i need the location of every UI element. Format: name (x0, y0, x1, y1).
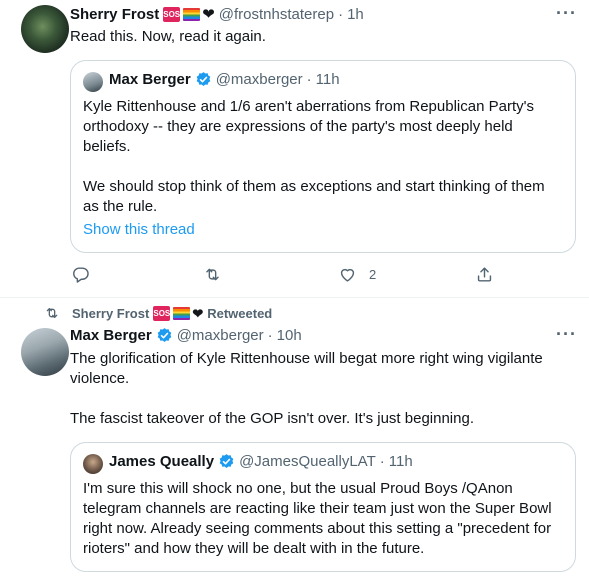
quoted-avatar (83, 454, 103, 474)
share-icon (477, 266, 492, 282)
like-button[interactable]: 2 (338, 262, 376, 286)
tweet-header: Max Berger @maxberger · 10h (70, 327, 302, 344)
tweet-text-paragraph: The glorification of Kyle Rittenhouse wi… (70, 350, 543, 387)
avatar[interactable] (21, 5, 69, 53)
avatar[interactable] (21, 328, 69, 376)
more-options-icon[interactable]: ··· (556, 4, 576, 26)
tweet-header: Sherry Frost SOS ❤ @frostnhstaterep · 1h (70, 6, 364, 23)
tweet-text-paragraph: The fascist takeover of the GOP isn't ov… (70, 410, 474, 427)
quoted-tweet[interactable]: Max Berger @maxberger · 11h Kyle Rittenh… (70, 60, 576, 253)
tweet-card[interactable]: Sherry Frost SOS ❤ @frostnhstaterep · 1h… (0, 0, 589, 298)
tweet-actions: 2 (64, 262, 504, 286)
separator-dot: · (338, 6, 344, 23)
quoted-handle: @JamesQueallyLAT (239, 453, 376, 470)
quoted-avatar (83, 72, 103, 92)
quoted-text-paragraph: We should stop think of them as exceptio… (83, 178, 545, 215)
quoted-header: Max Berger @maxberger · 11h (109, 71, 340, 88)
sos-emoji-icon: SOS (163, 7, 181, 22)
quoted-text-paragraph: Kyle Rittenhouse and 1/6 aren't aberrati… (83, 98, 534, 155)
rainbow-flag-icon (183, 8, 201, 21)
heart-icon (340, 268, 355, 282)
quoted-text: I'm sure this will shock no one, but the… (83, 480, 552, 557)
black-heart-icon: ❤ (202, 6, 215, 23)
share-button[interactable] (475, 262, 494, 286)
quoted-author-name: Max Berger (109, 71, 191, 88)
reply-icon (73, 266, 89, 283)
retweet-button[interactable] (203, 262, 222, 286)
quoted-tweet[interactable]: James Queally @JamesQueallyLAT · 11h I'm… (70, 442, 576, 572)
show-thread-link[interactable]: Show this thread (83, 221, 195, 238)
like-count: 2 (369, 266, 377, 282)
reply-button[interactable] (71, 262, 90, 286)
author-handle[interactable]: @frostnhstaterep (219, 6, 334, 23)
quoted-timestamp: 11h (388, 453, 413, 470)
tweet-text: Read this. Now, read it again. (70, 28, 266, 45)
more-options-icon[interactable]: ··· (556, 325, 576, 347)
quoted-handle: @maxberger (215, 71, 303, 88)
separator-dot: · (267, 327, 273, 344)
quoted-author-name: James Queally (109, 453, 215, 470)
separator-dot: · (306, 71, 312, 88)
quoted-header: James Queally @JamesQueallyLAT · 11h (109, 453, 413, 470)
author-name[interactable]: Max Berger (70, 327, 152, 344)
verified-badge-icon (196, 72, 211, 86)
verified-badge-icon (219, 454, 234, 468)
verified-badge-icon (157, 328, 172, 342)
tweet-timestamp[interactable]: 10h (277, 327, 302, 344)
separator-dot: · (379, 453, 385, 470)
retweet-icon (206, 268, 219, 280)
author-handle[interactable]: @maxberger (177, 327, 264, 344)
quoted-timestamp: 11h (315, 71, 340, 88)
author-name[interactable]: Sherry Frost (70, 6, 159, 23)
tweet-timestamp[interactable]: 1h (347, 6, 364, 23)
